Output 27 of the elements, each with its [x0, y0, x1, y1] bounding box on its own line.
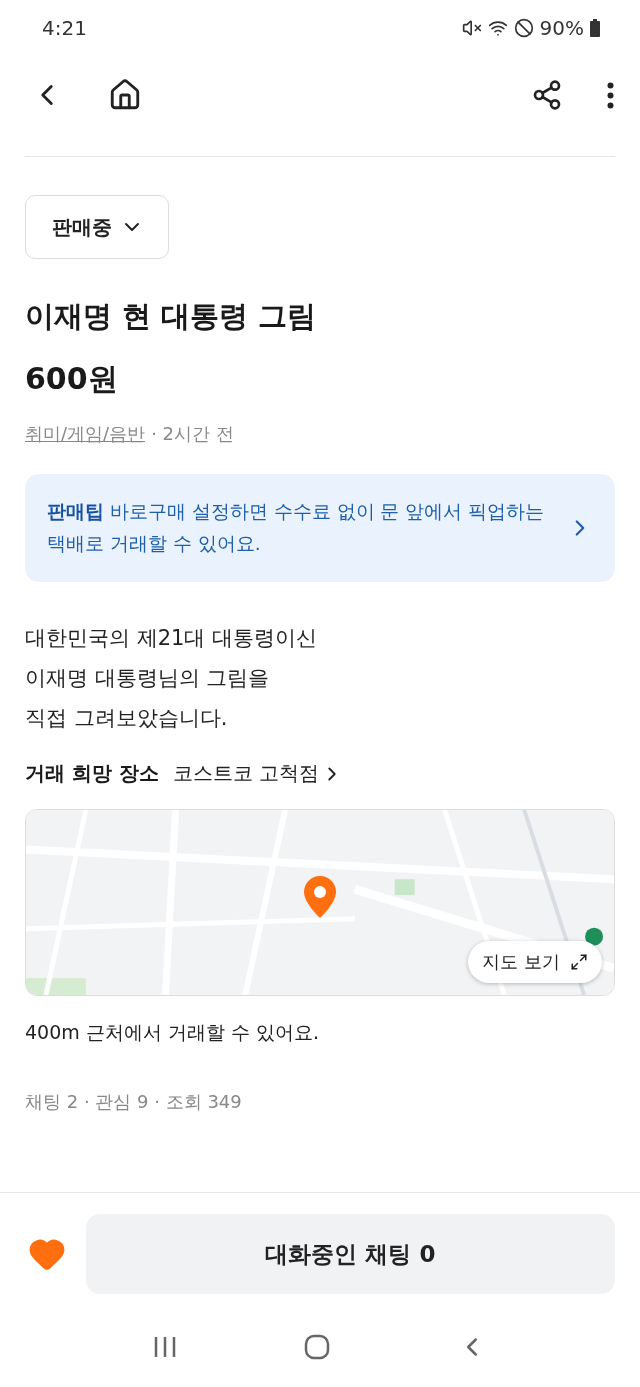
- battery-icon: [590, 18, 600, 37]
- product-title: 이재명 현 대통령 그림: [25, 298, 318, 335]
- sale-status-dropdown[interactable]: 판매중: [25, 195, 169, 259]
- battery-percent: 90%: [539, 15, 584, 40]
- status-time: 4:21: [42, 15, 87, 40]
- home-nav-icon[interactable]: [304, 1334, 330, 1360]
- post-stats: 채팅 2 · 관심 9 · 조회 349: [25, 1090, 243, 1114]
- product-description: 대한민국의 제21대 대통령이신 이재명 대통령님의 그림을 직접 그려보았습니다.: [25, 625, 319, 732]
- location-link[interactable]: 코스트코 고척점: [172, 760, 344, 787]
- view-map-button[interactable]: 지도 보기: [468, 941, 602, 983]
- product-price: 600원: [25, 360, 119, 398]
- map-pin-icon: [304, 876, 336, 918]
- share-icon: [531, 79, 563, 111]
- home-icon: [108, 78, 142, 112]
- blocked-icon: [513, 17, 534, 38]
- sales-tip-text: 판매팁 바로구매 설정하면 수수료 없이 문 앞에서 픽업하는 택배로 거래할 수 있어요.: [47, 500, 546, 556]
- posted-time: · 2시간 전: [151, 422, 234, 446]
- recent-apps-icon[interactable]: [153, 1336, 178, 1358]
- mute-icon: [461, 17, 482, 38]
- sales-tip-banner[interactable]: 판매팁 바로구매 설정하면 수수료 없이 문 앞에서 픽업하는 택배로 거래할 수 있어요.: [25, 474, 615, 582]
- location-label: 거래 희망 장소: [25, 760, 159, 787]
- more-icon: [607, 81, 614, 109]
- chat-button[interactable]: 대화중인 채팅 0: [86, 1214, 615, 1294]
- category-link[interactable]: 취미/게임/음반: [25, 422, 146, 446]
- location-map[interactable]: 지도 보기: [25, 809, 615, 996]
- distance-note: 400m 근처에서 거래할 수 있어요.: [25, 1020, 320, 1045]
- expand-icon: [570, 953, 588, 971]
